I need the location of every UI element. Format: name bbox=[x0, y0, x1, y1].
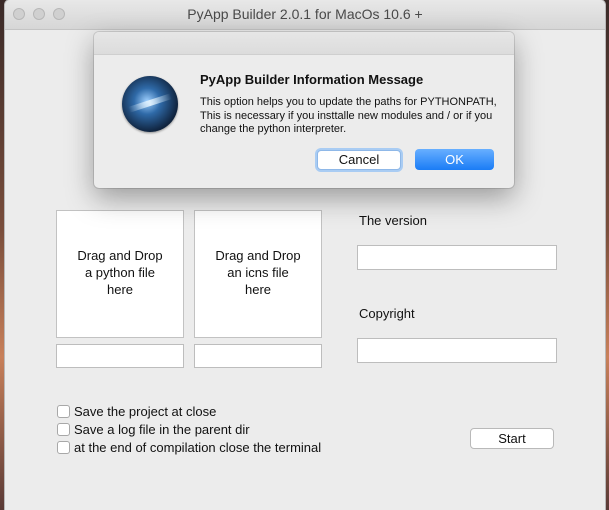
close-terminal-checkbox[interactable] bbox=[57, 441, 70, 454]
dialog-title: PyApp Builder Information Message bbox=[200, 72, 424, 87]
dialog-header-bar bbox=[94, 32, 514, 55]
start-button[interactable]: Start bbox=[470, 428, 554, 449]
save-project-label: Save the project at close bbox=[74, 404, 217, 419]
dialog-message: This option helps you to update the path… bbox=[200, 96, 497, 135]
python-dropzone-text: Drag and Drop a python file here bbox=[77, 248, 163, 297]
window-titlebar: PyApp Builder 2.0.1 for MacOs 10.6 + bbox=[5, 0, 605, 30]
window-title: PyApp Builder 2.0.1 for MacOs 10.6 + bbox=[187, 6, 423, 22]
cancel-button[interactable]: Cancel bbox=[317, 150, 401, 170]
copyright-field[interactable] bbox=[357, 338, 557, 363]
information-dialog: PyApp Builder Information Message This o… bbox=[94, 32, 514, 188]
save-log-checkbox[interactable] bbox=[57, 423, 70, 436]
save-project-checkbox[interactable] bbox=[57, 405, 70, 418]
version-label: The version bbox=[359, 213, 427, 228]
ok-button[interactable]: OK bbox=[415, 149, 494, 170]
copyright-label: Copyright bbox=[359, 306, 415, 321]
save-log-label: Save a log file in the parent dir bbox=[74, 422, 250, 437]
icns-dropzone-text: Drag and Drop an icns file here bbox=[215, 248, 301, 297]
icns-path-field[interactable] bbox=[194, 344, 322, 368]
close-terminal-label: at the end of compilation close the term… bbox=[74, 440, 322, 455]
version-field[interactable] bbox=[357, 245, 557, 270]
icns-file-dropzone[interactable]: Drag and Drop an icns file here bbox=[194, 210, 322, 338]
python-path-field[interactable] bbox=[56, 344, 184, 368]
app-logo-icon bbox=[122, 76, 178, 132]
python-file-dropzone[interactable]: Drag and Drop a python file here bbox=[56, 210, 184, 338]
